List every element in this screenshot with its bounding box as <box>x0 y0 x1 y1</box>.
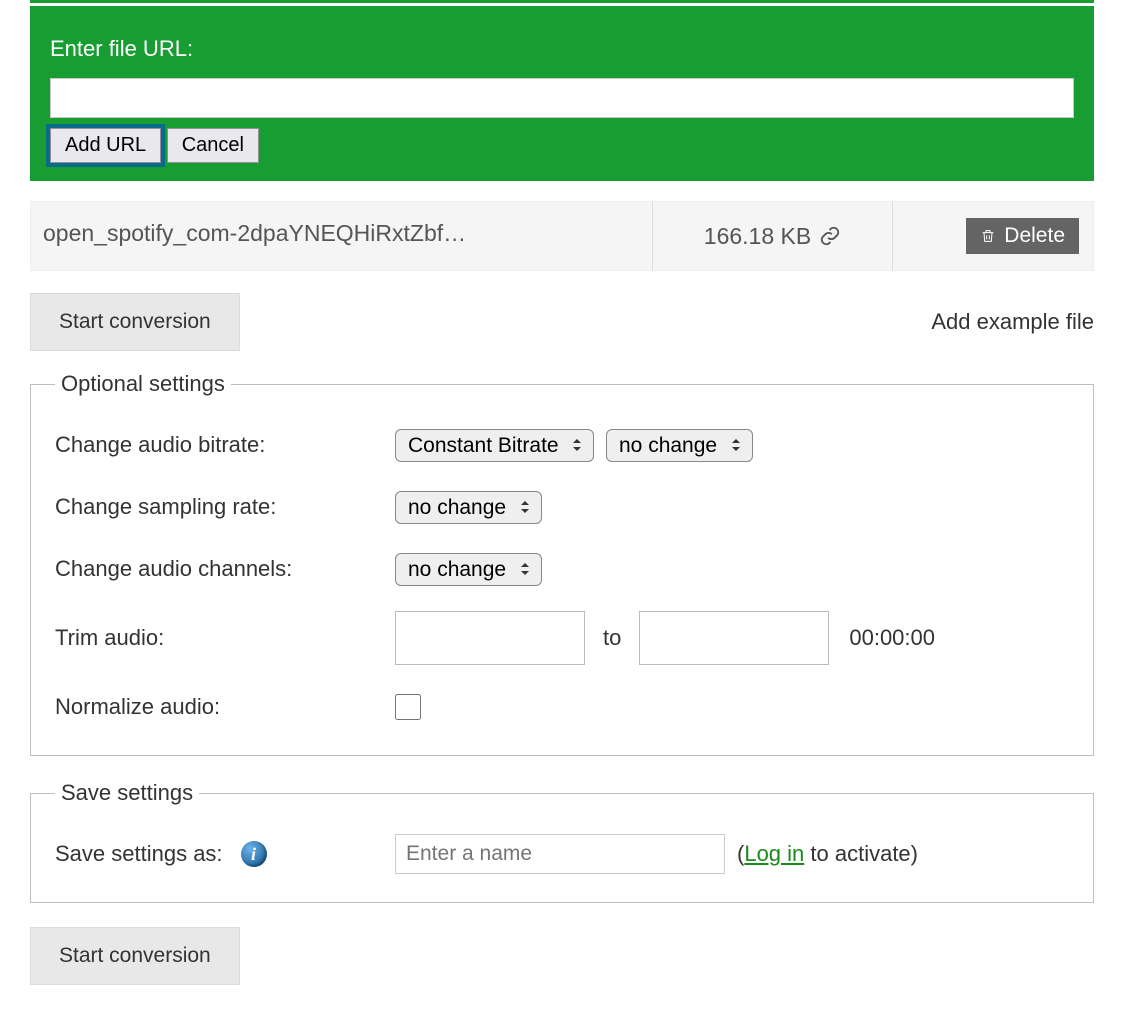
sampling-select[interactable]: no change <box>395 491 542 524</box>
bitrate-value-select[interactable]: no change <box>606 429 753 462</box>
save-settings-fieldset: Save settings Save settings as: i (Log i… <box>30 780 1094 903</box>
delete-label: Delete <box>1004 224 1065 248</box>
trim-label: Trim audio: <box>55 625 164 651</box>
optional-settings-fieldset: Optional settings Change audio bitrate: … <box>30 371 1094 756</box>
normalize-label: Normalize audio: <box>55 694 395 720</box>
cancel-button[interactable]: Cancel <box>167 128 259 163</box>
trim-to-label: to <box>603 625 621 651</box>
start-conversion-button[interactable]: Start conversion <box>30 293 240 351</box>
url-entry-panel: Enter file URL: Add URL Cancel <box>30 6 1094 181</box>
file-actions: Delete <box>893 202 1093 270</box>
save-settings-legend: Save settings <box>55 780 199 806</box>
save-label: Save settings as: <box>55 841 223 867</box>
channels-row: Change audio channels: no change <box>55 549 1069 589</box>
bitrate-mode-select[interactable]: Constant Bitrate <box>395 429 594 462</box>
trim-duration: 00:00:00 <box>849 625 935 651</box>
sampling-row: Change sampling rate: no change <box>55 487 1069 527</box>
optional-settings-legend: Optional settings <box>55 371 231 397</box>
sampling-label: Change sampling rate: <box>55 494 395 520</box>
save-row: Save settings as: i (Log in to activate) <box>55 834 1069 874</box>
start-conversion-button-bottom[interactable]: Start conversion <box>30 927 240 985</box>
top-accent-bar <box>30 0 1094 3</box>
bitrate-label: Change audio bitrate: <box>55 432 395 458</box>
channels-select[interactable]: no change <box>395 553 542 586</box>
add-example-file-link[interactable]: Add example file <box>931 309 1094 335</box>
file-size-text: 166.18 KB <box>704 223 811 250</box>
add-url-button[interactable]: Add URL <box>50 128 161 163</box>
url-label: Enter file URL: <box>50 36 1074 62</box>
file-row: open_spotify_com-2dpaYNEQHiRxtZbf… 166.1… <box>30 201 1094 271</box>
save-name-input[interactable] <box>395 834 725 874</box>
info-icon[interactable]: i <box>241 841 267 867</box>
channels-label: Change audio channels: <box>55 556 395 582</box>
login-link[interactable]: Log in <box>744 841 804 866</box>
file-size-cell: 166.18 KB <box>653 202 893 270</box>
bitrate-row: Change audio bitrate: Constant Bitrate n… <box>55 425 1069 465</box>
login-note: (Log in to activate) <box>737 841 918 867</box>
trash-icon <box>980 227 996 245</box>
url-input[interactable] <box>50 78 1074 118</box>
action-row: Start conversion Add example file <box>30 293 1094 351</box>
normalize-checkbox[interactable] <box>395 694 421 720</box>
trim-start-input[interactable] <box>395 611 585 665</box>
trim-end-input[interactable] <box>639 611 829 665</box>
normalize-row: Normalize audio: <box>55 687 1069 727</box>
trim-row: Trim audio: to 00:00:00 <box>55 611 1069 665</box>
delete-button[interactable]: Delete <box>966 218 1079 254</box>
link-icon <box>819 225 841 247</box>
file-name: open_spotify_com-2dpaYNEQHiRxtZbf… <box>31 202 653 270</box>
